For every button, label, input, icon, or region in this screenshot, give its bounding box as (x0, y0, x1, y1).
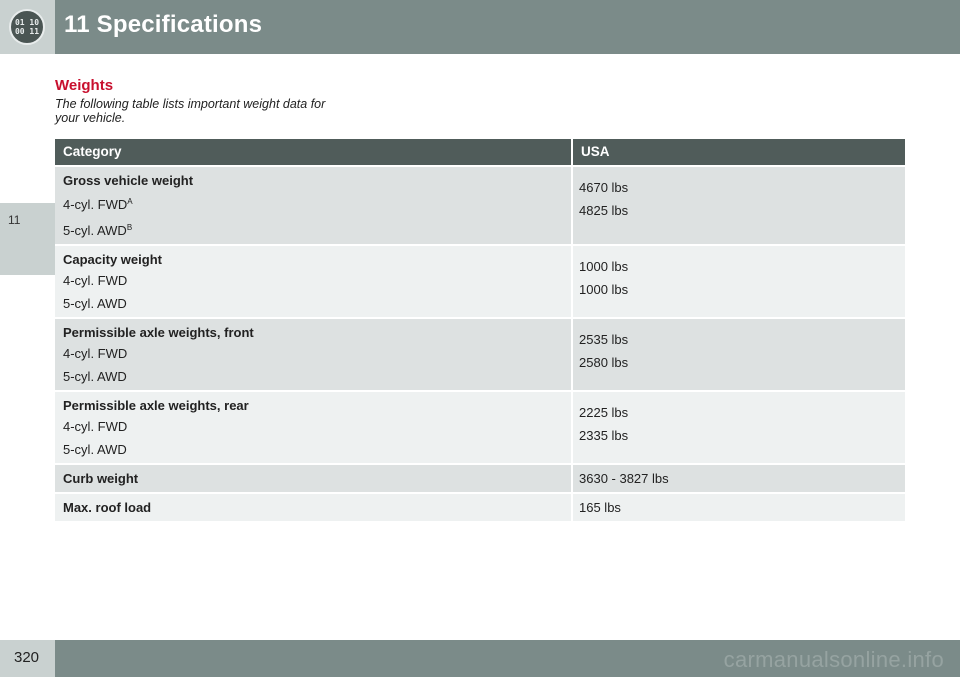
row-heading: Max. roof load (63, 500, 152, 515)
column-header-category: Category (63, 144, 122, 159)
sub-item-label: 5-cyl. AWD (63, 296, 127, 311)
page-number: 320 (14, 649, 40, 666)
chapter-tab: 11 (0, 203, 55, 275)
value-cell: 2535 lbs 2580 lbs (571, 319, 905, 390)
footnote-mark: A (127, 197, 133, 206)
category-cell: Permissible axle weights, rear 4-cyl. FW… (55, 392, 571, 463)
table-row: Capacity weight 4-cyl. FWD 5-cyl. AWD 10… (55, 244, 905, 317)
category-cell: Curb weight (55, 465, 571, 492)
section-heading: Weights (55, 77, 114, 94)
value-text: 2225 lbs (579, 405, 629, 420)
row-heading: Curb weight (63, 471, 139, 486)
table-row: Permissible axle weights, rear 4-cyl. FW… (55, 390, 905, 463)
value-text: 4825 lbs (579, 203, 629, 218)
table-row: Gross vehicle weight 4-cyl. FWDA 5-cyl. … (55, 165, 905, 244)
table-row: Permissible axle weights, front 4-cyl. F… (55, 317, 905, 390)
table-row: Curb weight 3630 - 3827 lbs (55, 463, 905, 492)
value-cell: 4670 lbs 4825 lbs (571, 167, 905, 244)
logo-text: 01 10 00 11 (14, 18, 40, 36)
sub-item-label: 4-cyl. FWD (63, 419, 128, 434)
footer-tab: 320 (0, 640, 55, 677)
table-header: Category USA (55, 139, 905, 165)
value-text: 2535 lbs (579, 332, 629, 347)
row-heading: Gross vehicle weight (63, 173, 194, 188)
sub-item: 5-cyl. AWDB (63, 220, 571, 238)
row-heading: Capacity weight (63, 252, 162, 267)
sub-item-label: 5-cyl. AWD (63, 369, 127, 384)
binary-logo-icon: 01 10 00 11 (9, 9, 45, 45)
sub-item-label: 5-cyl. AWD (63, 442, 127, 457)
table-row: Max. roof load 165 lbs (55, 492, 905, 521)
value-text: 1000 lbs (579, 282, 629, 297)
footnote-mark: B (126, 223, 133, 232)
sub-item-label: 4-cyl. FWD (63, 346, 128, 361)
row-heading: Permissible axle weights, rear (63, 398, 249, 413)
category-cell: Gross vehicle weight 4-cyl. FWDA 5-cyl. … (55, 167, 571, 244)
sub-item-label: 4-cyl. FWD (63, 197, 128, 212)
page-header: 01 10 00 11 11 Specifications (0, 0, 960, 54)
column-header-usa: USA (571, 139, 905, 165)
category-cell: Capacity weight 4-cyl. FWD 5-cyl. AWD (55, 246, 571, 317)
sub-item-label: 5-cyl. AWD (63, 223, 127, 238)
chapter-tab-label: 11 (8, 213, 21, 227)
watermark: carmanualsonline.info (723, 647, 944, 672)
value-cell: 165 lbs (571, 494, 905, 521)
value-text: 2335 lbs (579, 428, 629, 443)
value-text: 2580 lbs (579, 355, 629, 370)
value-text: 3630 - 3827 lbs (579, 471, 669, 486)
value-cell: 2225 lbs 2335 lbs (571, 392, 905, 463)
value-cell: 3630 - 3827 lbs (571, 465, 905, 492)
page-title: 11 Specifications (64, 11, 263, 38)
sub-item-label: 4-cyl. FWD (63, 273, 128, 288)
value-text: 165 lbs (579, 500, 621, 515)
value-text: 1000 lbs (579, 259, 629, 274)
page-footer: 320 carmanualsonline.info (0, 640, 960, 677)
header-tab: 01 10 00 11 (0, 0, 55, 54)
section-intro: The following table lists important weig… (55, 97, 326, 125)
category-cell: Max. roof load (55, 494, 571, 521)
row-heading: Permissible axle weights, front (63, 325, 254, 340)
category-cell: Permissible axle weights, front 4-cyl. F… (55, 319, 571, 390)
value-cell: 1000 lbs 1000 lbs (571, 246, 905, 317)
weights-table: Category USA Gross vehicle weight 4-cyl.… (55, 139, 905, 521)
sub-item: 4-cyl. FWDA (63, 194, 571, 212)
value-text: 4670 lbs (579, 180, 629, 195)
